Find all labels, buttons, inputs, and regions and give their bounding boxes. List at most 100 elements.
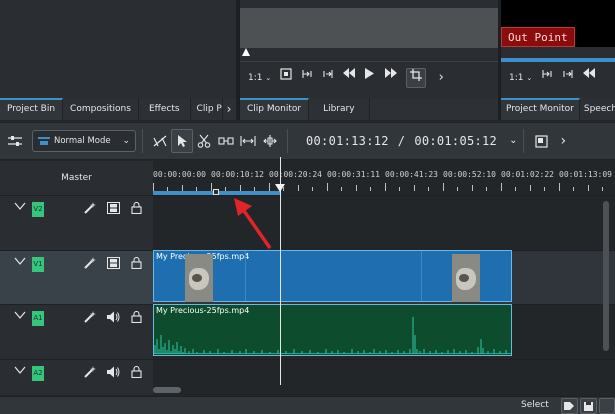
tab-project-bin[interactable]: Project Bin — [0, 98, 64, 120]
lock-icon[interactable] — [131, 202, 142, 214]
collapse-chevron-icon[interactable] — [14, 366, 28, 374]
tab-library[interactable]: Library — [309, 98, 370, 120]
tab-speech-editor[interactable]: Speech Ed — [579, 98, 615, 120]
effect-wand-icon[interactable] — [84, 311, 96, 323]
tab-effects[interactable]: Effects — [138, 98, 191, 120]
divider — [287, 129, 288, 153]
timeline-duration-timecode: 00:01:05:12 — [414, 134, 498, 148]
speaker-icon[interactable] — [107, 366, 120, 378]
razor-all-icon[interactable] — [149, 129, 171, 153]
set-out-point-icon[interactable] — [322, 68, 334, 88]
play-icon[interactable] — [364, 68, 376, 88]
razor-tool-icon[interactable] — [193, 129, 215, 153]
forward-icon[interactable] — [385, 68, 398, 88]
timeline-vertical-scrollbar[interactable] — [601, 197, 611, 357]
tab-clip-properties[interactable]: Clip P — [190, 98, 223, 120]
rewind-icon[interactable] — [343, 68, 356, 88]
divider — [523, 129, 525, 153]
film-icon[interactable] — [107, 202, 120, 214]
timeline-settings-icon[interactable] — [4, 129, 26, 153]
lock-icon[interactable] — [131, 366, 142, 378]
master-label[interactable]: Master — [0, 161, 153, 195]
chevron-down-icon: ⌄ — [122, 136, 130, 146]
lane-a2[interactable] — [153, 359, 615, 385]
status-more-icon[interactable] — [599, 398, 615, 414]
film-icon[interactable] — [107, 257, 120, 269]
audio-clip[interactable]: My Precious-25fps.mp4 — [153, 304, 512, 356]
zoom-select[interactable]: 1:1 ⌄ — [509, 68, 532, 88]
audio-waveform — [154, 317, 511, 354]
project-tab-bar: Project Monitor Speech Ed — [501, 98, 615, 120]
scrollbar-thumb[interactable] — [603, 201, 609, 351]
clip-monitor-more-button[interactable]: › — [435, 68, 447, 88]
clip-thumbnail — [185, 254, 213, 302]
monitor-area: 1:1 ⌄ › Out Point 1:1 ⌄ Project Bin Comp… — [0, 0, 615, 120]
track-tag: A1 — [32, 311, 44, 326]
zone-handle[interactable] — [213, 189, 219, 195]
ruler-label: 00:01:02:22 — [501, 170, 554, 179]
clip-marker — [245, 251, 246, 301]
playhead-icon[interactable] — [275, 184, 285, 192]
clip-marker — [421, 251, 422, 301]
toolbar-more-button[interactable]: › — [560, 128, 566, 154]
status-tool-label: Select — [521, 400, 549, 410]
spacer-tool-icon[interactable] — [215, 129, 237, 153]
track-controls — [84, 311, 142, 323]
ruler-label: 00:01:13:09 — [559, 170, 612, 179]
lane-v2[interactable] — [153, 195, 615, 250]
edit-mode-label: Normal Mode — [54, 136, 111, 146]
edit-mode-select[interactable]: Normal Mode ⌄ — [32, 130, 136, 152]
video-clip[interactable]: My Precious-25fps.mp4 — [153, 250, 512, 302]
tab-compositions[interactable]: Compositions — [63, 98, 139, 120]
multicam-tool-icon[interactable] — [259, 129, 281, 153]
timecode-dropdown-chevron-icon[interactable]: ⌄ — [509, 128, 517, 154]
track-header-v2[interactable]: V2 — [0, 195, 153, 250]
crop-icon[interactable] — [406, 68, 427, 88]
set-in-point-icon[interactable] — [541, 68, 553, 88]
collapse-chevron-icon[interactable] — [14, 311, 28, 319]
timeline-toolbar: Normal Mode ⌄ 00:01:13:12 / 00:01:05:12 … — [0, 122, 615, 160]
track-header-a2[interactable]: A2 — [0, 359, 153, 395]
timeline-horizontal-scrollbar[interactable] — [153, 386, 615, 394]
project-monitor: Out Point 1:1 ⌄ — [501, 0, 615, 98]
track-tag: V2 — [32, 202, 44, 217]
tag-icon[interactable] — [561, 398, 578, 414]
effect-wand-icon[interactable] — [84, 366, 96, 378]
lock-icon[interactable] — [131, 311, 142, 323]
collapse-chevron-icon[interactable] — [14, 257, 28, 265]
track-controls — [84, 366, 142, 378]
clip-monitor-screen[interactable] — [240, 8, 498, 48]
ruler-label: 00:00:20:24 — [269, 170, 322, 179]
set-out-point-icon[interactable] — [562, 68, 574, 88]
ruler-label: 00:00:31:11 — [327, 170, 380, 179]
tabs-scroll-button[interactable]: › — [222, 98, 237, 120]
tab-clip-monitor[interactable]: Clip Monitor — [240, 98, 310, 120]
scrollbar-thumb[interactable] — [153, 387, 181, 393]
annotation-arrow-icon — [234, 198, 272, 250]
effect-wand-icon[interactable] — [84, 257, 96, 269]
track-header-a1[interactable]: A1 — [0, 304, 153, 359]
clip-thumbnail — [452, 254, 480, 302]
lock-icon[interactable] — [131, 257, 142, 269]
collapse-chevron-icon[interactable] — [14, 202, 28, 210]
zoom-select[interactable]: 1:1 ⌄ — [248, 68, 271, 88]
project-monitor-toolbar: 1:1 ⌄ — [501, 66, 615, 90]
track-header-v1[interactable]: V1 — [0, 250, 153, 304]
timeline-position-timecode[interactable]: 00:01:13:12 — [306, 134, 389, 148]
ripple-tool-icon[interactable] — [237, 129, 259, 153]
tab-project-monitor[interactable]: Project Monitor — [501, 98, 580, 120]
mode-icon — [38, 137, 50, 145]
clip-monitor-ruler[interactable] — [240, 48, 498, 62]
select-tool-icon[interactable] — [171, 129, 193, 153]
set-zone-icon[interactable] — [280, 68, 292, 88]
save-icon[interactable] — [580, 398, 597, 414]
clip-monitor-playhead-icon[interactable] — [242, 48, 250, 56]
rewind-icon[interactable] — [583, 68, 596, 88]
monitor-tab-bar: Clip Monitor Library — [240, 98, 370, 120]
status-bar: Select — [0, 396, 615, 414]
speaker-icon[interactable] — [107, 311, 120, 323]
preview-render-icon[interactable] — [530, 129, 552, 153]
ruler-label: 00:00:52:10 — [443, 170, 496, 179]
set-in-point-icon[interactable] — [301, 68, 313, 88]
effect-wand-icon[interactable] — [84, 202, 96, 214]
